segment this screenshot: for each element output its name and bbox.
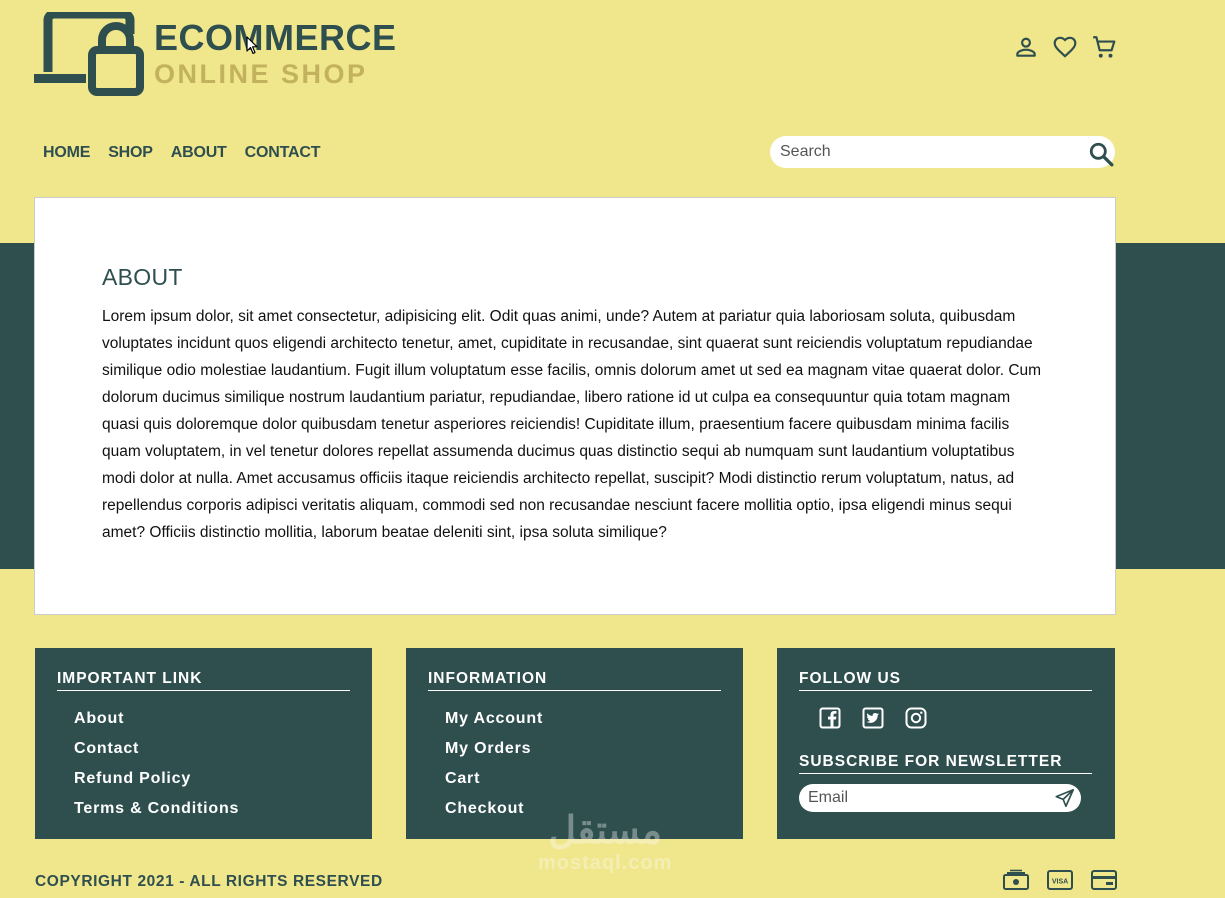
- footer-important-links: IMPORTANT LINK About Contact Refund Poli…: [35, 648, 372, 839]
- search-input[interactable]: [780, 143, 1070, 161]
- newsletter-title: SUBSCRIBE FOR NEWSLETTER: [799, 753, 1092, 774]
- watermark-logo: مستقل mostaql.com: [538, 810, 672, 874]
- nav-contact[interactable]: CONTACT: [245, 144, 321, 162]
- cart-icon[interactable]: [1091, 34, 1117, 60]
- twitter-icon[interactable]: [861, 706, 885, 730]
- send-icon[interactable]: [1054, 787, 1076, 809]
- footer-link-checkout[interactable]: Checkout: [445, 794, 543, 824]
- newsletter-form: [799, 784, 1081, 812]
- footer-link-my-orders[interactable]: My Orders: [445, 734, 543, 764]
- footer-link-refund-policy[interactable]: Refund Policy: [74, 764, 239, 794]
- heart-icon[interactable]: [1052, 34, 1078, 60]
- brand-logo[interactable]: ECOMMERCE ONLINE SHOP: [34, 12, 397, 96]
- search-icon[interactable]: [1088, 141, 1114, 167]
- footer-follow-title: FOLLOW US: [799, 670, 1092, 691]
- about-title: ABOUT: [102, 264, 183, 290]
- social-links: [818, 706, 928, 730]
- nav-about[interactable]: ABOUT: [171, 144, 227, 162]
- footer-link-my-account[interactable]: My Account: [445, 704, 543, 734]
- nav-home[interactable]: HOME: [43, 144, 90, 162]
- header-actions: [1013, 34, 1117, 60]
- cash-icon: [1003, 869, 1029, 890]
- footer-follow-us: FOLLOW US SUBSCRIBE FOR NEWSLETTER: [777, 648, 1115, 839]
- card-icon: [1091, 870, 1117, 890]
- nav-shop[interactable]: SHOP: [108, 144, 153, 162]
- svg-text:VISA: VISA: [1052, 879, 1068, 886]
- brand-title: ECOMMERCE: [154, 17, 397, 58]
- about-card: ABOUT Lorem ipsum dolor, sit amet consec…: [34, 197, 1116, 615]
- mouse-cursor-icon: [246, 36, 258, 55]
- brand-subtitle: ONLINE SHOP: [154, 59, 368, 89]
- watermark-arabic: مستقل: [548, 810, 663, 852]
- logo-laptop-lock-icon: [34, 12, 144, 96]
- footer-important-title: IMPORTANT LINK: [57, 670, 350, 691]
- facebook-icon[interactable]: [818, 706, 842, 730]
- user-icon[interactable]: [1013, 34, 1039, 60]
- footer-link-terms[interactable]: Terms & Conditions: [74, 794, 239, 824]
- payment-methods: VISA: [1003, 869, 1117, 891]
- visa-icon: VISA: [1047, 870, 1073, 890]
- instagram-icon[interactable]: [904, 706, 928, 730]
- footer-information-title: INFORMATION: [428, 670, 721, 691]
- newsletter-email-input[interactable]: [808, 789, 1038, 807]
- footer-link-cart[interactable]: Cart: [445, 764, 543, 794]
- copyright-text: COPYRIGHT 2021 - ALL RIGHTS RESERVED: [35, 873, 383, 890]
- footer-link-about[interactable]: About: [74, 704, 239, 734]
- main-nav: HOME SHOP ABOUT CONTACT: [43, 144, 320, 162]
- about-text: Lorem ipsum dolor, sit amet consectetur,…: [102, 308, 1042, 541]
- watermark-latin: mostaql.com: [538, 852, 673, 874]
- search-bar: [770, 136, 1115, 168]
- footer-link-contact[interactable]: Contact: [74, 734, 239, 764]
